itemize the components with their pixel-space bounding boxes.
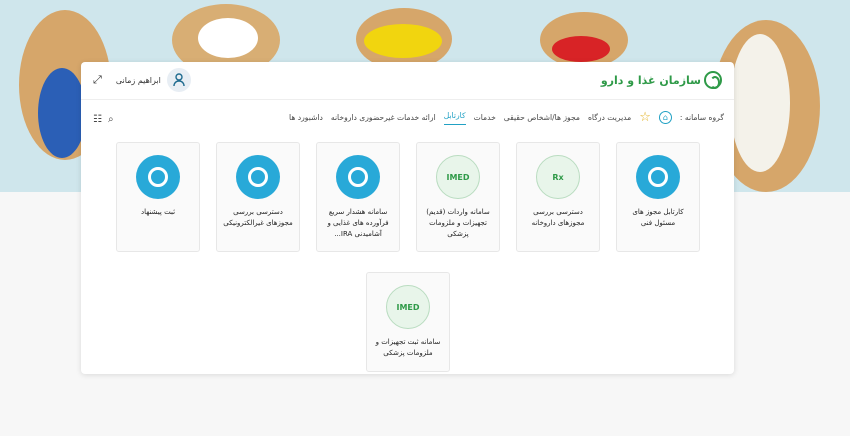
card-label: سامانه واردات (قدیم) تجهیزات و ملزومات پ… — [426, 208, 490, 238]
person-icon — [173, 73, 185, 87]
nav-item-services[interactable]: خدمات — [474, 113, 496, 122]
toolbar: ⌕ ☷ — [93, 114, 114, 125]
imed-icon: IMED — [386, 285, 430, 329]
nav-item-pharmacy-remote-services[interactable]: ارائه خدمات غیرحضوری داروخانه — [331, 113, 436, 122]
main-panel: سازمان غذا و دارو ابراهیم زمانی ⤢ گروه س… — [81, 62, 734, 374]
pill-group — [730, 34, 790, 172]
blue-ring-icon — [336, 155, 380, 199]
card-medical-equipment-registration[interactable]: IMED سامانه ثبت تجهیزات و ملزومات پزشکی — [366, 272, 450, 372]
card-label: دسترسی بررسی مجوزهای داروخانه — [531, 208, 585, 227]
imed-icon: IMED — [436, 155, 480, 199]
favorites-icon[interactable]: ☆ — [639, 110, 651, 125]
card-label: سامانه ثبت تجهیزات و ملزومات پزشکی — [375, 338, 441, 357]
fda-logo-icon — [704, 71, 722, 89]
user-name: ابراهیم زمانی — [115, 75, 161, 85]
card-food-alert-system[interactable]: سامانه هشدار سریع فرآورده های غذایی و آش… — [316, 142, 400, 252]
main-nav: گروه سامانه : ⌂ ☆ مدیریت درگاه مجوز ها/ا… — [289, 110, 724, 125]
card-label: ثبت پیشنهاد — [140, 208, 176, 216]
logo: سازمان غذا و دارو — [601, 71, 722, 89]
grid-view-icon[interactable]: ☷ — [93, 114, 102, 125]
brand-name: سازمان غذا و دارو — [600, 73, 701, 87]
group-label: گروه سامانه : — [679, 113, 724, 122]
pill-group — [198, 18, 258, 58]
expand-icon[interactable]: ⤢ — [93, 73, 102, 87]
search-icon[interactable]: ⌕ — [108, 114, 114, 125]
nav-item-dashboards[interactable]: داشبورد ها — [289, 113, 323, 122]
blue-ring-icon — [636, 155, 680, 199]
nav-item-licenses[interactable]: مجوز ها/اشخاص حقیقی — [504, 113, 580, 122]
pill-group — [552, 36, 610, 62]
pill-group — [364, 24, 442, 58]
card-non-electronic-license-review[interactable]: دسترسی بررسی مجوزهای غیرالکترونیکی — [216, 142, 300, 252]
card-label: سامانه هشدار سریع فرآورده های غذایی و آش… — [327, 208, 389, 238]
home-icon[interactable]: ⌂ — [658, 111, 672, 124]
card-technical-license-cartable[interactable]: کارتابل مجوز های مسئول فنی — [616, 142, 700, 252]
card-pharmacy-license-review[interactable]: Rx دسترسی بررسی مجوزهای داروخانه — [516, 142, 600, 252]
card-label: کارتابل مجوز های مسئول فنی — [632, 208, 684, 227]
nav-item-portal-management[interactable]: مدیریت درگاه — [588, 113, 631, 122]
user-menu[interactable]: ابراهیم زمانی ⤢ — [93, 68, 191, 92]
card-grid: کارتابل مجوز های مسئول فنی Rx دسترسی برر… — [81, 142, 734, 374]
card-label: دسترسی بررسی مجوزهای غیرالکترونیکی — [223, 208, 293, 227]
card-submit-suggestion[interactable]: ثبت پیشنهاد — [116, 142, 200, 252]
pharmacy-icon: Rx — [536, 155, 580, 199]
header: سازمان غذا و دارو ابراهیم زمانی ⤢ — [81, 62, 734, 100]
blue-ring-icon — [236, 155, 280, 199]
pill-group — [38, 68, 86, 158]
blue-ring-icon — [136, 155, 180, 199]
card-import-medical-equipment[interactable]: IMED سامانه واردات (قدیم) تجهیزات و ملزو… — [416, 142, 500, 252]
user-avatar-icon — [166, 68, 191, 92]
nav-item-cartable[interactable]: کارتابل — [443, 111, 466, 125]
